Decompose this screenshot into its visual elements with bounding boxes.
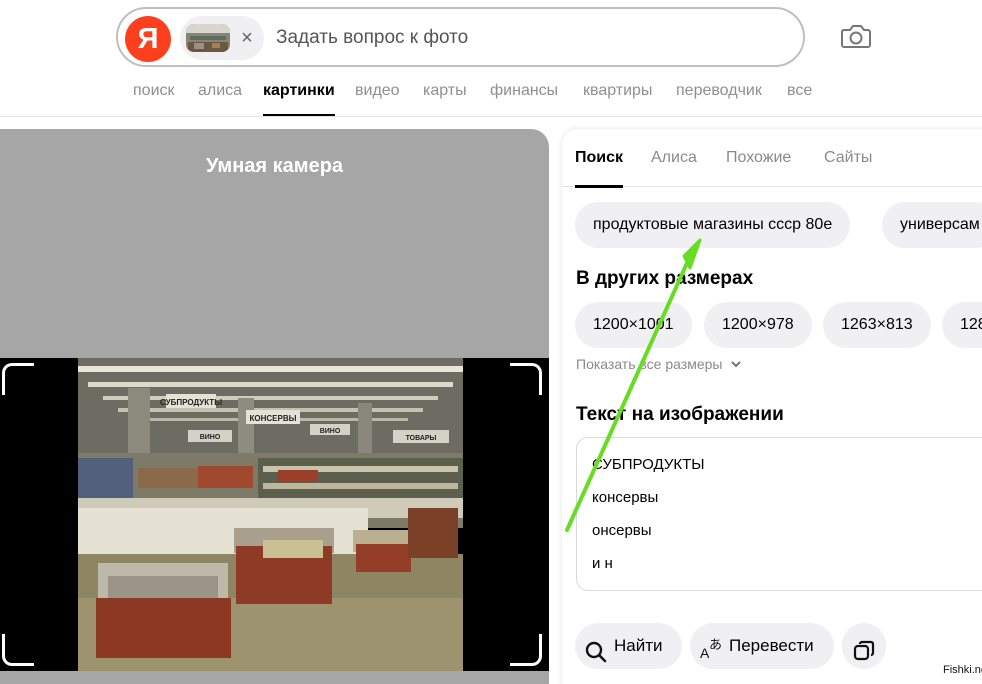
size-option[interactable]: 128 xyxy=(942,302,982,348)
camera-icon[interactable] xyxy=(838,20,874,54)
nav-item-alice[interactable]: алиса xyxy=(198,82,242,116)
nav-item-finance[interactable]: финансы xyxy=(490,82,558,116)
recognized-text-box[interactable]: СУБПРОДУКТЫ консервы онсервы и н xyxy=(576,437,982,591)
translate-button-label: Перевести xyxy=(729,636,814,655)
tab-alice[interactable]: Алиса xyxy=(651,149,697,187)
sign-offal: СУБПРОДУКТЫ xyxy=(160,398,222,407)
copy-icon xyxy=(853,634,875,680)
results-tabs: Поиск Алиса Похожие Сайты xyxy=(562,129,982,188)
sign-wine: ВИНО xyxy=(200,434,221,441)
translate-button[interactable]: A あ Перевести xyxy=(690,623,834,669)
show-all-sizes-label: Показать все размеры xyxy=(576,356,723,372)
chevron-down-icon xyxy=(730,356,742,372)
yandex-image-search-page: Я × поиск алиса картинки xyxy=(0,0,982,684)
photo-viewport[interactable]: СУБПРОДУКТЫ КОНСЕРВЫ ВИНО ТОВАРЫ ВИНО xyxy=(0,358,549,671)
recognized-text-line: СУБПРОДУКТЫ xyxy=(592,456,705,473)
search-input[interactable] xyxy=(276,23,776,53)
nav-item-translator[interactable]: переводчик xyxy=(676,82,762,116)
viewfinder-corner xyxy=(510,363,542,395)
sign-wine-2: ВИНО xyxy=(320,428,341,435)
find-button-label: Найти xyxy=(614,636,663,655)
tab-search[interactable]: Поиск xyxy=(575,149,624,188)
copy-button[interactable] xyxy=(842,623,886,669)
size-option[interactable]: 1200×978 xyxy=(704,302,812,348)
results-panel: Поиск Алиса Похожие Сайты продуктовые ма… xyxy=(562,129,982,684)
remove-image-icon[interactable]: × xyxy=(236,24,258,52)
header-divider xyxy=(0,116,982,117)
store-photo: СУБПРОДУКТЫ КОНСЕРВЫ ВИНО ТОВАРЫ ВИНО xyxy=(78,358,463,671)
search-bar: Я × xyxy=(116,7,805,67)
size-option[interactable]: 1263×813 xyxy=(823,302,931,348)
nav-item-all[interactable]: все xyxy=(787,82,812,116)
recognized-text-line: онсервы xyxy=(592,522,652,539)
tab-similar[interactable]: Похожие xyxy=(726,149,791,187)
other-sizes-title: В других размерах xyxy=(576,268,754,289)
svg-text:あ: あ xyxy=(709,638,722,653)
sign-canned: КОНСЕРВЫ xyxy=(250,414,297,423)
recognized-text-line: и н xyxy=(592,555,613,572)
image-query-chip[interactable]: × xyxy=(180,16,264,60)
recognized-text-line: консервы xyxy=(592,489,659,506)
query-suggestion[interactable]: универсам xyxy=(882,202,982,248)
viewfinder-corner xyxy=(2,634,34,666)
tab-sites[interactable]: Сайты xyxy=(824,149,872,187)
viewfinder-corner xyxy=(2,363,34,395)
nav-item-search[interactable]: поиск xyxy=(133,82,175,116)
query-image-thumbnail xyxy=(186,24,230,52)
smart-camera-title: Умная камера xyxy=(205,155,344,177)
smart-camera-panel: Умная камера СУБПРОДУКТЫ КОНСЕРВЫ ВИНО Т… xyxy=(0,129,549,684)
viewfinder-corner xyxy=(510,634,542,666)
image-text-title: Текст на изображении xyxy=(576,404,784,425)
query-suggestion[interactable]: продуктовые магазины ссср 80е xyxy=(575,202,851,248)
show-all-sizes-link[interactable]: Показать все размеры xyxy=(576,356,742,372)
nav-item-video[interactable]: видео xyxy=(355,82,400,116)
size-option[interactable]: 1200×1001 xyxy=(575,302,692,348)
nav-item-realty[interactable]: квартиры xyxy=(583,82,652,116)
yandex-logo[interactable]: Я xyxy=(125,16,171,62)
watermark: Fishki.net xyxy=(943,664,982,676)
nav-item-images[interactable]: картинки xyxy=(263,82,335,116)
translate-icon: A あ xyxy=(698,633,724,679)
find-button[interactable]: Найти xyxy=(575,623,682,669)
nav-item-maps[interactable]: карты xyxy=(423,82,467,116)
sign-goods: ТОВАРЫ xyxy=(406,435,437,442)
search-icon xyxy=(585,635,607,681)
